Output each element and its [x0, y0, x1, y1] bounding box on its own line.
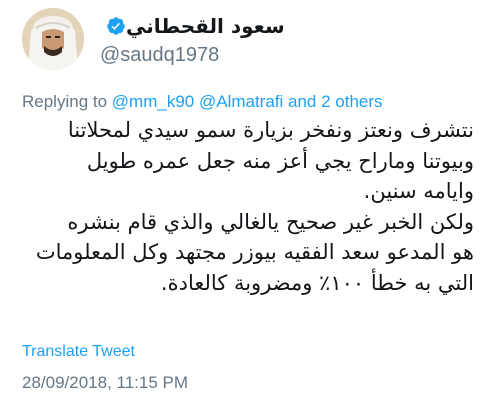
- tweet-text-line: وبيوتنا وماراح يجي أعز منه جعل عمره طويل: [86, 148, 474, 173]
- tweet-header: سعود القحطاني @saudq1978: [0, 0, 500, 80]
- tweet-text-line: التي به خطأ ١٠٠٪ ومضروبة كالعادة.: [160, 270, 474, 295]
- mention-link[interactable]: @mm_k90: [112, 92, 194, 111]
- tweet-text-line: نتشرف ونعتز ونفخر بزيارة سمو سيدي لمحلات…: [67, 118, 474, 142]
- replying-to: Replying to @mm_k90 @Almatrafi and 2 oth…: [22, 92, 383, 112]
- tweet-text-line: هو المدعو سعد الفقيه بيوزر مجتهد وكل الم…: [35, 240, 474, 264]
- profile-photo-icon: [22, 8, 84, 70]
- verified-badge-icon: [106, 16, 126, 36]
- display-name[interactable]: سعود القحطاني: [126, 14, 285, 38]
- name-row: سعود القحطاني: [100, 12, 285, 40]
- tweet-text-line: وايامه سنين.: [363, 179, 474, 203]
- translate-tweet-link[interactable]: Translate Tweet: [22, 343, 135, 361]
- tweet-text-line: ولكن الخبر غير صحيح يالغالي والذي قام بن…: [67, 209, 474, 234]
- avatar[interactable]: [22, 8, 84, 70]
- others-link[interactable]: and 2 others: [283, 92, 383, 111]
- user-handle[interactable]: @saudq1978: [100, 44, 219, 67]
- tweet-timestamp[interactable]: 28/09/2018, 11:15 PM: [22, 373, 188, 393]
- reply-prefix: Replying to: [22, 92, 112, 111]
- tweet-text: نتشرف ونعتز ونفخر بزيارة سمو سيدي لمحلات…: [19, 115, 474, 298]
- mention-link[interactable]: @Almatrafi: [199, 92, 283, 111]
- tweet-card: سعود القحطاني @saudq1978 Replying to @mm…: [0, 0, 500, 400]
